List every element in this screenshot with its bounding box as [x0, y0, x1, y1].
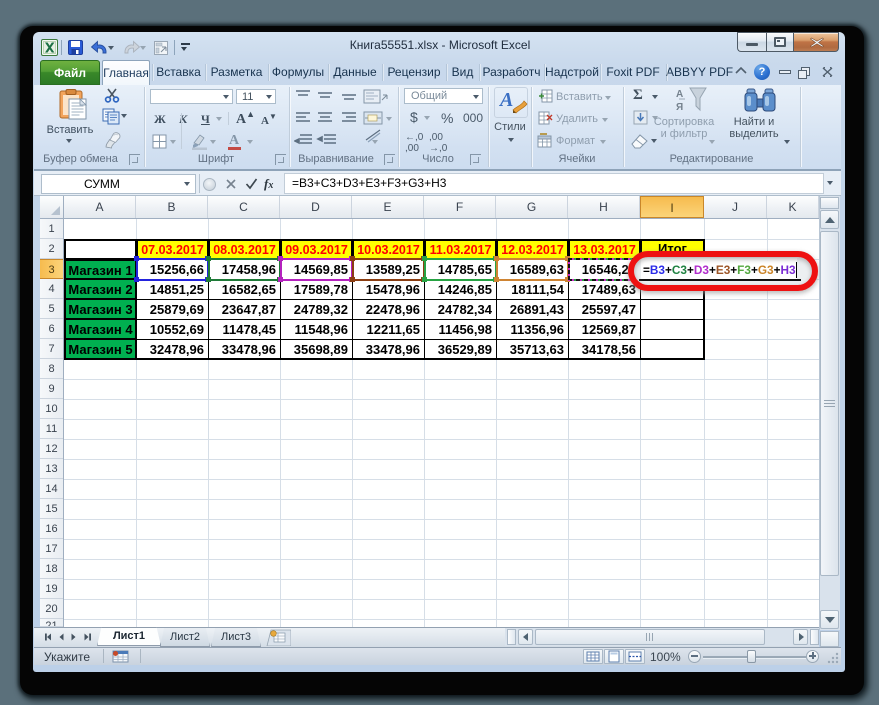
svg-text:А: А: [676, 89, 683, 100]
svg-text:Я: Я: [676, 102, 683, 113]
